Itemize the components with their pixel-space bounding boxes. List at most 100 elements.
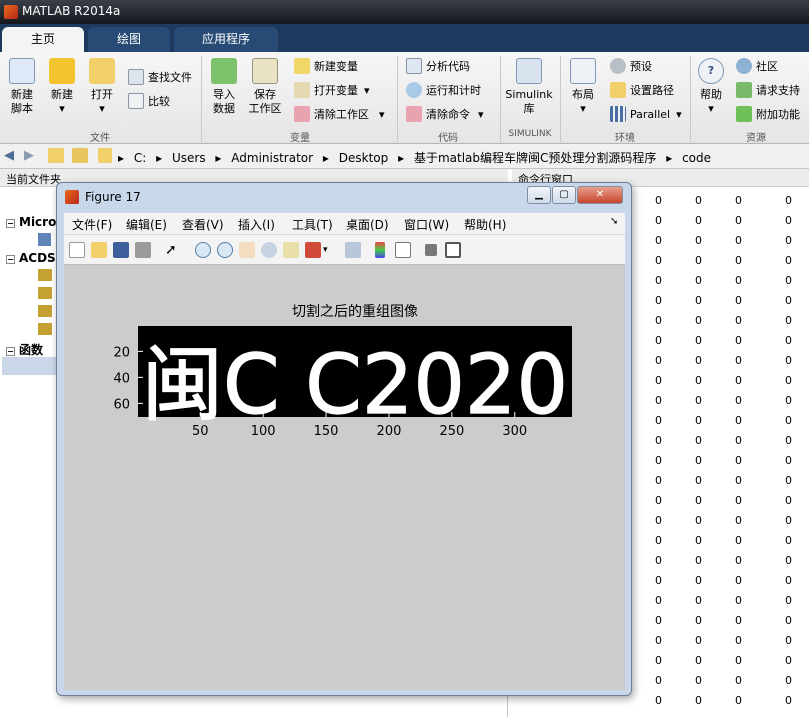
breadcrumb-segment[interactable]: C: <box>134 151 146 165</box>
compare-label: 比较 <box>148 95 170 108</box>
collapse-icon[interactable]: − <box>6 219 15 228</box>
analyze-code-button[interactable]: 分析代码 <box>406 57 470 75</box>
collapse-icon[interactable]: − <box>6 347 15 356</box>
matrix-value: 0 <box>785 394 792 407</box>
matrix-value: 0 <box>735 434 742 447</box>
eraser-icon <box>294 106 310 122</box>
save-icon[interactable] <box>113 242 129 258</box>
menu-desktop[interactable]: 桌面(D) <box>346 216 389 233</box>
hide-plot-tools-icon[interactable] <box>425 244 437 256</box>
new-figure-icon[interactable] <box>69 242 85 258</box>
menu-edit[interactable]: 编辑(E) <box>126 216 167 233</box>
axes-svg[interactable]: 切割之后的重组图像闽C C2020 20 40 60 50 100 150 200 250 300 <box>64 265 625 690</box>
ribbon: 新建 脚本 新建 ▾ 打开 ▾ 查找文件 比较 文件 导入 数据 保存 工作区 新建… <box>0 52 809 144</box>
parallel-button[interactable]: Parallel ▾ <box>610 105 682 123</box>
matrix-value: 0 <box>785 274 792 287</box>
tab-apps[interactable]: 应用程序 <box>174 27 278 52</box>
maximize-button[interactable]: ▢ <box>552 186 576 204</box>
matrix-value: 0 <box>735 394 742 407</box>
matrix-value: 0 <box>655 654 662 667</box>
simulink-library-button[interactable]: Simulink 库 <box>504 58 554 116</box>
pointer-icon[interactable]: ➚ <box>165 242 181 258</box>
tab-home[interactable]: 主页 <box>2 27 84 52</box>
matlab-logo-icon <box>4 5 18 19</box>
menu-view[interactable]: 查看(V) <box>182 216 224 233</box>
rotate-3d-icon[interactable] <box>261 242 277 258</box>
menu-tools[interactable]: 工具(T) <box>292 216 333 233</box>
matrix-value: 0 <box>735 554 742 567</box>
compare-icon <box>128 93 144 109</box>
dock-arrow-icon[interactable]: ➘ <box>610 216 618 227</box>
new-script-button[interactable]: 新建 脚本 <box>6 58 38 116</box>
pan-icon[interactable] <box>239 242 255 258</box>
open-variable-button[interactable]: 打开变量 ▾ <box>294 81 370 99</box>
save-workspace-button[interactable]: 保存 工作区 <box>246 58 284 116</box>
breadcrumb-segment[interactable]: Desktop <box>339 151 389 165</box>
menu-file[interactable]: 文件(F) <box>72 216 112 233</box>
breadcrumb-segment[interactable]: Administrator <box>231 151 313 165</box>
figure-window[interactable]: Figure 17 ▁ ▢ ✕ 文件(F) 编辑(E) 查看(V) 插入(I) … <box>56 182 632 696</box>
matrix-value: 0 <box>695 334 702 347</box>
data-cursor-icon[interactable] <box>283 242 299 258</box>
support-icon <box>736 82 752 98</box>
menu-help[interactable]: 帮助(H) <box>464 216 506 233</box>
matrix-value: 0 <box>735 514 742 527</box>
run-and-time-button[interactable]: 运行和计时 <box>406 81 481 99</box>
open-button[interactable]: 打开 ▾ <box>86 58 118 116</box>
colorbar-icon[interactable] <box>375 242 385 258</box>
set-path-button[interactable]: 设置路径 <box>610 81 674 99</box>
request-support-button[interactable]: 请求支持 <box>736 81 800 99</box>
menu-insert[interactable]: 插入(I) <box>238 216 275 233</box>
minimize-button[interactable]: ▁ <box>527 186 551 204</box>
print-icon[interactable] <box>135 242 151 258</box>
layout-button[interactable]: 布局 ▾ <box>566 58 600 116</box>
tree-item-functions[interactable]: − 函数 <box>6 341 43 358</box>
tree-item-micro[interactable]: − Micro <box>6 215 56 229</box>
chevron-down-icon[interactable]: ▾ <box>323 242 331 258</box>
community-button[interactable]: 社区 <box>736 57 778 75</box>
breadcrumb-segment[interactable]: code <box>682 151 711 165</box>
close-button[interactable]: ✕ <box>577 186 623 204</box>
preferences-button[interactable]: 预设 <box>610 57 652 75</box>
menu-window[interactable]: 窗口(W) <box>404 216 449 233</box>
selected-row[interactable] <box>2 357 58 375</box>
chevron-down-icon: ▾ <box>708 102 714 115</box>
new-button[interactable]: 新建 ▾ <box>46 58 78 116</box>
open-file-icon[interactable] <box>91 242 107 258</box>
brush-icon[interactable] <box>305 242 321 258</box>
zoom-in-icon[interactable] <box>195 242 211 258</box>
matrix-value: 0 <box>655 454 662 467</box>
import-data-button[interactable]: 导入 数据 <box>208 58 240 116</box>
help-button[interactable]: ? 帮助 ▾ <box>696 58 726 116</box>
clear-workspace-button[interactable]: 清除工作区 ▾ <box>294 105 385 123</box>
matrix-value: 0 <box>655 474 662 487</box>
compare-button[interactable]: 比较 <box>128 92 170 110</box>
new-variable-label: 新建变量 <box>314 60 358 73</box>
up-folder-icon[interactable] <box>48 148 64 163</box>
jpg-file-icon <box>38 287 52 299</box>
forward-arrow-icon[interactable]: ▶ <box>24 148 34 163</box>
matrix-value: 0 <box>695 514 702 527</box>
collapse-icon[interactable]: − <box>6 255 15 264</box>
matrix-value: 0 <box>735 634 742 647</box>
legend-icon[interactable] <box>395 242 411 258</box>
chevron-down-icon: ▾ <box>478 107 484 121</box>
matrix-value: 0 <box>785 194 792 207</box>
y-tick-label: 20 <box>113 345 130 360</box>
breadcrumb-segment[interactable]: Users <box>172 151 206 165</box>
link-plot-icon[interactable] <box>345 242 361 258</box>
breadcrumb-segment[interactable]: 基于matlab编程车牌闽C预处理分割源码程序 <box>414 151 656 165</box>
tab-plots[interactable]: 绘图 <box>88 27 170 52</box>
show-plot-tools-icon[interactable] <box>445 242 461 258</box>
root-folder-icon <box>98 148 112 163</box>
browse-folder-icon[interactable] <box>72 148 88 163</box>
tree-item-acdsee[interactable]: − ACDS <box>6 251 56 265</box>
chevron-down-icon: ▾ <box>676 107 682 121</box>
find-files-button[interactable]: 查找文件 <box>128 68 192 86</box>
clear-commands-button[interactable]: 清除命令 ▾ <box>406 105 484 123</box>
new-variable-button[interactable]: 新建变量 <box>294 57 358 75</box>
matrix-value: 0 <box>735 454 742 467</box>
zoom-out-icon[interactable] <box>217 242 233 258</box>
addons-button[interactable]: 附加功能 <box>736 105 800 123</box>
back-arrow-icon[interactable]: ◀ <box>4 148 14 163</box>
